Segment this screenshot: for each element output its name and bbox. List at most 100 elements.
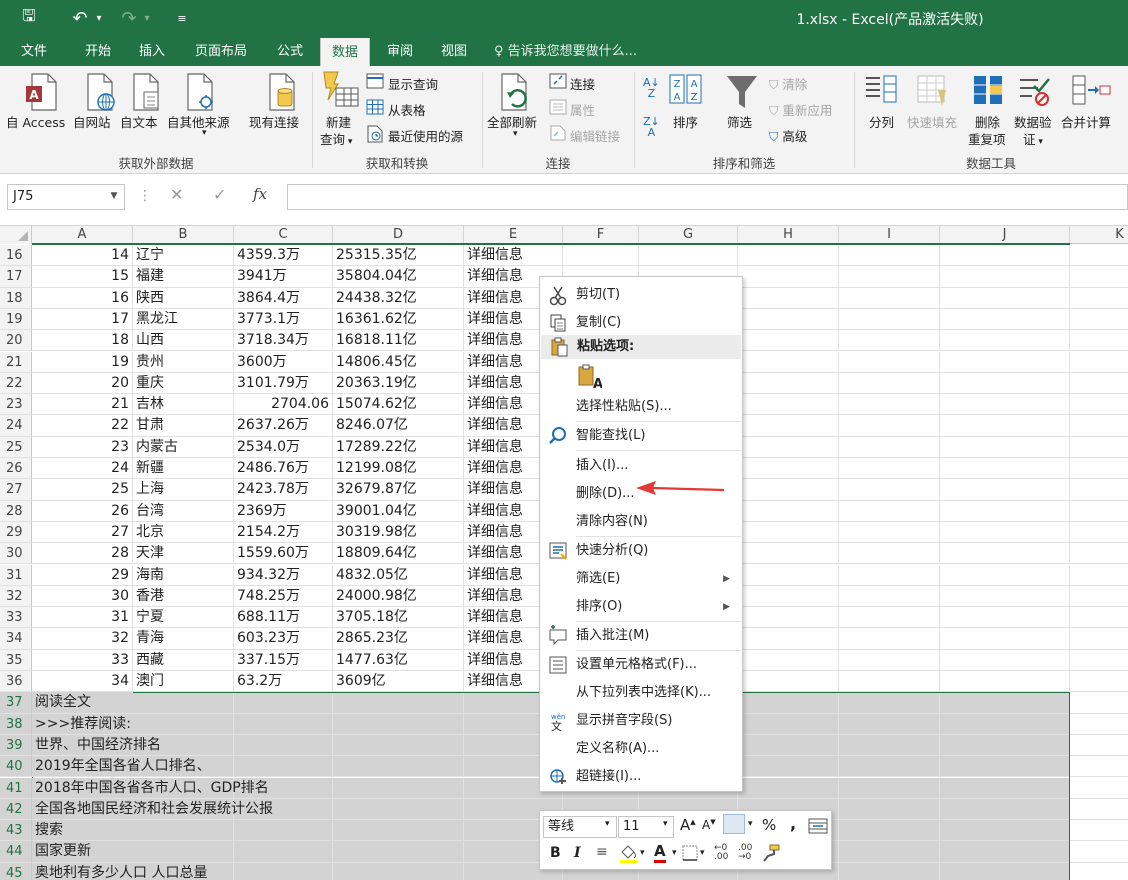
menu-item-format-cells[interactable]: 设置单元格格式(F)... <box>540 651 742 679</box>
cell[interactable] <box>738 266 839 288</box>
column-header-c[interactable]: C <box>234 226 333 244</box>
cell[interactable] <box>839 628 940 650</box>
cell[interactable] <box>738 734 839 757</box>
cell[interactable] <box>839 500 940 522</box>
menu-item-copy[interactable]: 复制(C) <box>540 309 742 337</box>
consolidate-button[interactable]: 合并计算 <box>1061 112 1111 131</box>
cell[interactable] <box>839 692 940 714</box>
cell[interactable] <box>738 436 839 458</box>
cell[interactable] <box>839 777 940 799</box>
cell-rank[interactable]: 18 <box>32 330 133 352</box>
cell-rank[interactable]: 15 <box>32 266 133 288</box>
cell[interactable] <box>839 458 940 480</box>
properties-button[interactable]: 属性 <box>570 100 595 119</box>
cell-rank[interactable]: 27 <box>32 521 133 544</box>
cell[interactable] <box>940 564 1070 586</box>
cell-province[interactable]: 澳门 <box>133 671 234 693</box>
cell[interactable] <box>1070 543 1128 565</box>
cell-gdp[interactable]: 15074.62亿 <box>333 394 464 416</box>
flash-fill-button[interactable]: 快速填充 <box>907 112 957 131</box>
cell[interactable] <box>839 671 940 693</box>
tab-insert[interactable]: 插入 <box>128 37 176 66</box>
column-header-e[interactable]: E <box>464 226 563 244</box>
cell[interactable] <box>1070 501 1128 522</box>
cell[interactable] <box>940 713 1070 735</box>
cell[interactable] <box>839 543 940 565</box>
cell-gdp[interactable]: 35804.04亿 <box>333 266 464 288</box>
cell[interactable] <box>839 394 940 416</box>
cell-province[interactable]: 宁夏 <box>133 607 234 629</box>
cell[interactable] <box>738 521 839 544</box>
cell[interactable] <box>234 820 333 842</box>
cell[interactable] <box>839 798 940 821</box>
cell-rank[interactable]: 23 <box>32 436 133 458</box>
font-color-dropdown-icon[interactable]: ▾ <box>672 848 677 858</box>
cell[interactable] <box>333 756 464 778</box>
new-query-button[interactable]: 查询 ▾ <box>320 129 352 148</box>
cell-population[interactable]: 2369万 <box>234 500 333 522</box>
sort-ascending-icon[interactable]: A↓ Z <box>643 77 660 99</box>
cell[interactable] <box>940 734 1070 757</box>
undo-icon[interactable]: ↶ <box>68 0 92 37</box>
cell-gdp[interactable]: 24438.32亿 <box>333 287 464 309</box>
cell-gdp[interactable]: 16818.11亿 <box>333 330 464 352</box>
cell-rank[interactable]: 34 <box>32 671 133 693</box>
column-header-f[interactable]: F <box>563 226 639 244</box>
cell[interactable] <box>839 649 940 671</box>
cell[interactable] <box>738 777 839 799</box>
cell[interactable] <box>1070 692 1128 714</box>
cell[interactable] <box>234 862 333 880</box>
tell-me-box[interactable]: ♀ 告诉我您想要做什么... <box>494 37 637 66</box>
cell[interactable] <box>1070 437 1128 458</box>
cell-text[interactable]: 全国各地国民经济和社会发展统计公报 <box>32 798 273 821</box>
edit-links-button[interactable]: 编辑链接 <box>570 126 620 145</box>
cell-gdp[interactable]: 25315.35亿 <box>333 245 464 267</box>
cell-rank[interactable]: 19 <box>32 351 133 373</box>
row-header[interactable]: 33 <box>0 607 32 629</box>
cell[interactable] <box>1070 777 1128 799</box>
cell[interactable] <box>1070 415 1128 437</box>
cell-details[interactable]: 详细信息 <box>464 245 563 267</box>
cell[interactable] <box>839 734 940 757</box>
row-header[interactable]: 35 <box>0 649 32 671</box>
cell-population[interactable]: 2704.06 <box>234 394 333 416</box>
cell[interactable] <box>839 287 940 309</box>
cell[interactable] <box>1070 734 1128 757</box>
cell-population[interactable]: 2423.78万 <box>234 479 333 501</box>
font-size-dropdown-icon[interactable]: ▾ <box>663 819 668 829</box>
from-web-button[interactable]: 自网站 <box>73 112 111 131</box>
cell-gdp[interactable]: 16361.62亿 <box>333 308 464 331</box>
cell-population[interactable]: 748.25万 <box>234 585 333 608</box>
cell-gdp[interactable]: 8246.07亿 <box>333 415 464 437</box>
cell-population[interactable]: 63.2万 <box>234 671 333 693</box>
column-header-a[interactable]: A <box>32 226 133 244</box>
row-header[interactable]: 38 <box>0 713 32 735</box>
cell[interactable] <box>940 607 1070 629</box>
cell-rank[interactable]: 29 <box>32 564 133 586</box>
cell[interactable] <box>1070 756 1128 778</box>
tab-view[interactable]: 视图 <box>430 37 478 66</box>
accounting-format-dropdown-icon[interactable]: ▾ <box>748 819 753 829</box>
cell-gdp[interactable]: 18809.64亿 <box>333 543 464 565</box>
cell-province[interactable]: 辽宁 <box>133 245 234 267</box>
cell[interactable] <box>940 692 1070 714</box>
cell-rank[interactable]: 17 <box>32 308 133 331</box>
column-header-k[interactable]: K <box>1070 226 1128 244</box>
cell[interactable] <box>738 692 839 714</box>
column-header-d[interactable]: D <box>333 226 464 244</box>
row-header[interactable]: 28 <box>0 500 32 522</box>
menu-item-cut[interactable]: 剪切(T) <box>540 281 742 309</box>
decrease-decimal-icon[interactable]: .00 →0 <box>738 844 752 862</box>
cell-province[interactable]: 台湾 <box>133 500 234 522</box>
refresh-all-button[interactable]: 全部刷新 <box>487 112 537 131</box>
cell[interactable] <box>738 500 839 522</box>
cell[interactable] <box>940 308 1070 331</box>
cell[interactable] <box>839 266 940 288</box>
cell-province[interactable]: 吉林 <box>133 394 234 416</box>
cell[interactable] <box>1070 565 1128 586</box>
menu-item-phonetic[interactable]: wén 文 显示拼音字段(S) <box>540 707 742 735</box>
cell[interactable] <box>333 798 464 821</box>
cell[interactable] <box>1070 288 1128 309</box>
from-access-button[interactable]: 自 Access <box>6 112 65 131</box>
cell-province[interactable]: 甘肃 <box>133 415 234 437</box>
